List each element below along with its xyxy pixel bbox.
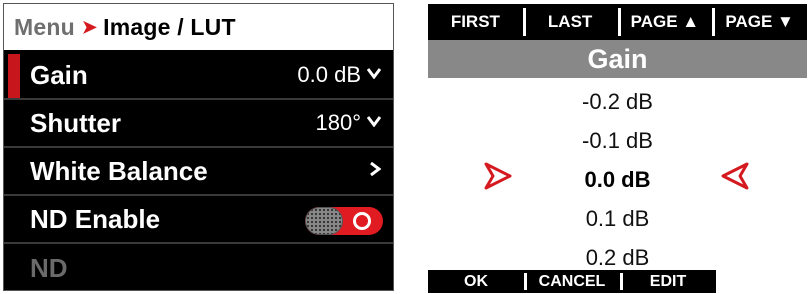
selection-pointer-left-icon [721, 162, 749, 190]
gain-option[interactable]: -0.2 dB [428, 82, 807, 121]
toggle-knob [305, 207, 343, 235]
menu-row-nd: ND [4, 244, 393, 290]
gain-picker-panel: FIRST LAST PAGE ▲ PAGE ▼ Gain -0.2 dB -0… [428, 4, 807, 293]
bottom-softkey-bar: OK CANCEL EDIT [428, 270, 716, 293]
breadcrumb-menu[interactable]: Menu [14, 14, 75, 41]
breadcrumb: Menu ➤ Image / LUT [4, 4, 393, 50]
gain-value: 0.0 dB [297, 62, 361, 87]
selection-indicator [8, 54, 20, 98]
menu-row-label: Shutter [30, 107, 121, 138]
chevron-down-icon [366, 66, 382, 84]
menu-row-value: 0.0 dB [297, 62, 382, 88]
menu-row-white-balance[interactable]: White Balance [4, 148, 393, 196]
menu-row-label: ND [30, 252, 68, 283]
menu-row-nd-enable[interactable]: ND Enable [4, 196, 393, 244]
toggle-on-icon [353, 212, 371, 230]
menu-row-gain[interactable]: Gain 0.0 dB [4, 52, 393, 100]
softkey-cancel[interactable]: CANCEL [524, 270, 620, 293]
top-softkey-bar: FIRST LAST PAGE ▲ PAGE ▼ [428, 4, 807, 40]
menu-list: Gain 0.0 dB Shutter 180° White Balance N… [4, 52, 393, 290]
menu-row-shutter[interactable]: Shutter 180° [4, 100, 393, 148]
softkey-first[interactable]: FIRST [428, 4, 523, 40]
menu-panel: Menu ➤ Image / LUT Gain 0.0 dB Shutter 1… [3, 3, 394, 291]
nd-enable-toggle[interactable] [305, 207, 383, 235]
chevron-right-icon [369, 161, 382, 181]
shutter-value: 180° [315, 110, 361, 135]
gain-option[interactable]: -0.1 dB [428, 121, 807, 160]
menu-row-label: ND Enable [30, 203, 161, 234]
softkey-page-up[interactable]: PAGE ▲ [617, 4, 713, 40]
picker-title: Gain [428, 40, 807, 78]
softkey-ok[interactable]: OK [428, 270, 524, 293]
softkey-edit[interactable]: EDIT [620, 270, 716, 293]
breadcrumb-current: Image / LUT [103, 13, 236, 40]
gain-option[interactable]: 0.1 dB [428, 199, 807, 238]
menu-row-value [363, 161, 382, 181]
softkey-last[interactable]: LAST [522, 4, 618, 40]
softkey-page-down[interactable]: PAGE ▼ [712, 4, 807, 40]
breadcrumb-arrow-icon: ➤ [81, 16, 98, 37]
menu-row-label: White Balance [30, 155, 208, 186]
selection-pointer-right-icon [484, 162, 512, 190]
menu-row-value: 180° [315, 110, 382, 136]
chevron-down-icon [366, 114, 382, 132]
